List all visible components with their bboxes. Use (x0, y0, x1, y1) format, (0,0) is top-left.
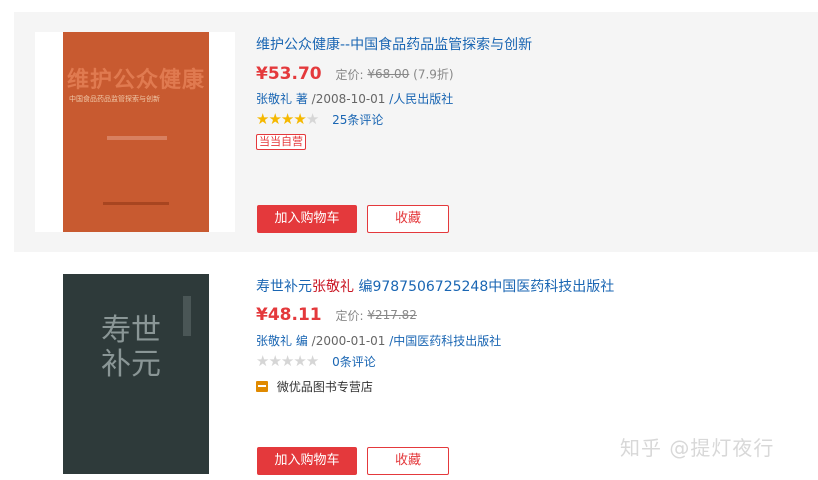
publisher-link[interactable]: /中国医药科技出版社 (389, 334, 501, 348)
product-item: 维护公众健康 中国食品药品监管探索与创新 维护公众健康--中国食品药品监管探索与… (14, 12, 818, 252)
star-icon: ★ (280, 352, 294, 370)
product-title-link[interactable]: 维护公众健康--中国食品药品监管探索与创新 (256, 34, 532, 54)
list-price: ¥217.82 (367, 308, 417, 322)
book-cover[interactable]: 维护公众健康 中国食品药品监管探索与创新 (35, 32, 235, 232)
publish-date: /2008-10-01 (311, 92, 386, 106)
discount: (7.9折) (413, 67, 454, 82)
publisher-link[interactable]: /人民出版社 (389, 92, 453, 106)
reviews-link[interactable]: 25条评论 (332, 113, 383, 127)
star-icon: ★ (268, 352, 281, 370)
list-price-label: 定价: (335, 308, 364, 323)
star-icon: ★ (268, 110, 281, 128)
self-operated-badge: 当当自营 (256, 134, 306, 150)
shop-row: 微优品图书专营店 (256, 378, 373, 395)
cover-decoration (103, 202, 169, 205)
current-price: ¥48.11 (256, 305, 322, 325)
star-rating: ★★★★★ (256, 352, 319, 370)
watermark: 知乎 @提灯夜行 (620, 436, 775, 460)
cover-subtitle: 中国食品药品监管探索与创新 (69, 95, 160, 103)
shop-icon (256, 381, 268, 392)
cover-decoration (183, 296, 191, 336)
cover-image[interactable]: 维护公众健康 中国食品药品监管探索与创新 (63, 32, 209, 232)
price-row: ¥48.11 定价: ¥217.82 (256, 305, 417, 325)
star-icon: ★ (293, 352, 306, 370)
cover-decoration (107, 136, 167, 140)
author-link[interactable]: 张敬礼 著 (256, 92, 308, 106)
star-icon: ★ (280, 110, 294, 128)
book-meta: 张敬礼 编 /2000-01-01 /中国医药科技出版社 (256, 332, 501, 349)
shop-name-link[interactable]: 微优品图书专营店 (277, 380, 373, 394)
star-rating: ★★★★★ (256, 110, 319, 128)
author-link[interactable]: 张敬礼 编 (256, 334, 308, 348)
book-cover[interactable]: 寿世补元 (35, 262, 235, 474)
star-icon: ★ (293, 110, 306, 128)
price-row: ¥53.70 定价: ¥68.00 (7.9折) (256, 64, 454, 84)
favorite-button[interactable]: 收藏 (367, 205, 449, 233)
cover-title: 寿世补元 (101, 313, 161, 382)
rating-row: ★★★★★ 25条评论 (256, 110, 383, 128)
star-icon: ★ (305, 352, 319, 370)
cover-image[interactable]: 寿世补元 (63, 274, 209, 474)
current-price: ¥53.70 (256, 64, 322, 84)
star-icon: ★ (256, 352, 269, 370)
star-icon: ★ (256, 110, 269, 128)
list-price: ¥68.00 (367, 67, 410, 81)
add-to-cart-button[interactable]: 加入购物车 (257, 447, 357, 475)
star-icon: ★ (305, 110, 319, 128)
title-text: 编9787506725248中国医药科技出版社 (354, 279, 615, 295)
rating-row: ★★★★★ 0条评论 (256, 352, 376, 370)
book-meta: 张敬礼 著 /2008-10-01 /人民出版社 (256, 90, 453, 107)
favorite-button[interactable]: 收藏 (367, 447, 449, 475)
cover-title: 维护公众健康 (67, 68, 206, 93)
reviews-link[interactable]: 0条评论 (332, 355, 376, 369)
list-price-label: 定价: (335, 67, 364, 82)
title-text: 寿世补元 (256, 279, 312, 295)
product-title-link[interactable]: 寿世补元张敬礼 编9787506725248中国医药科技出版社 (256, 276, 614, 296)
title-keyword: 张敬礼 (312, 279, 354, 295)
publish-date: /2000-01-01 (311, 334, 386, 348)
add-to-cart-button[interactable]: 加入购物车 (257, 205, 357, 233)
